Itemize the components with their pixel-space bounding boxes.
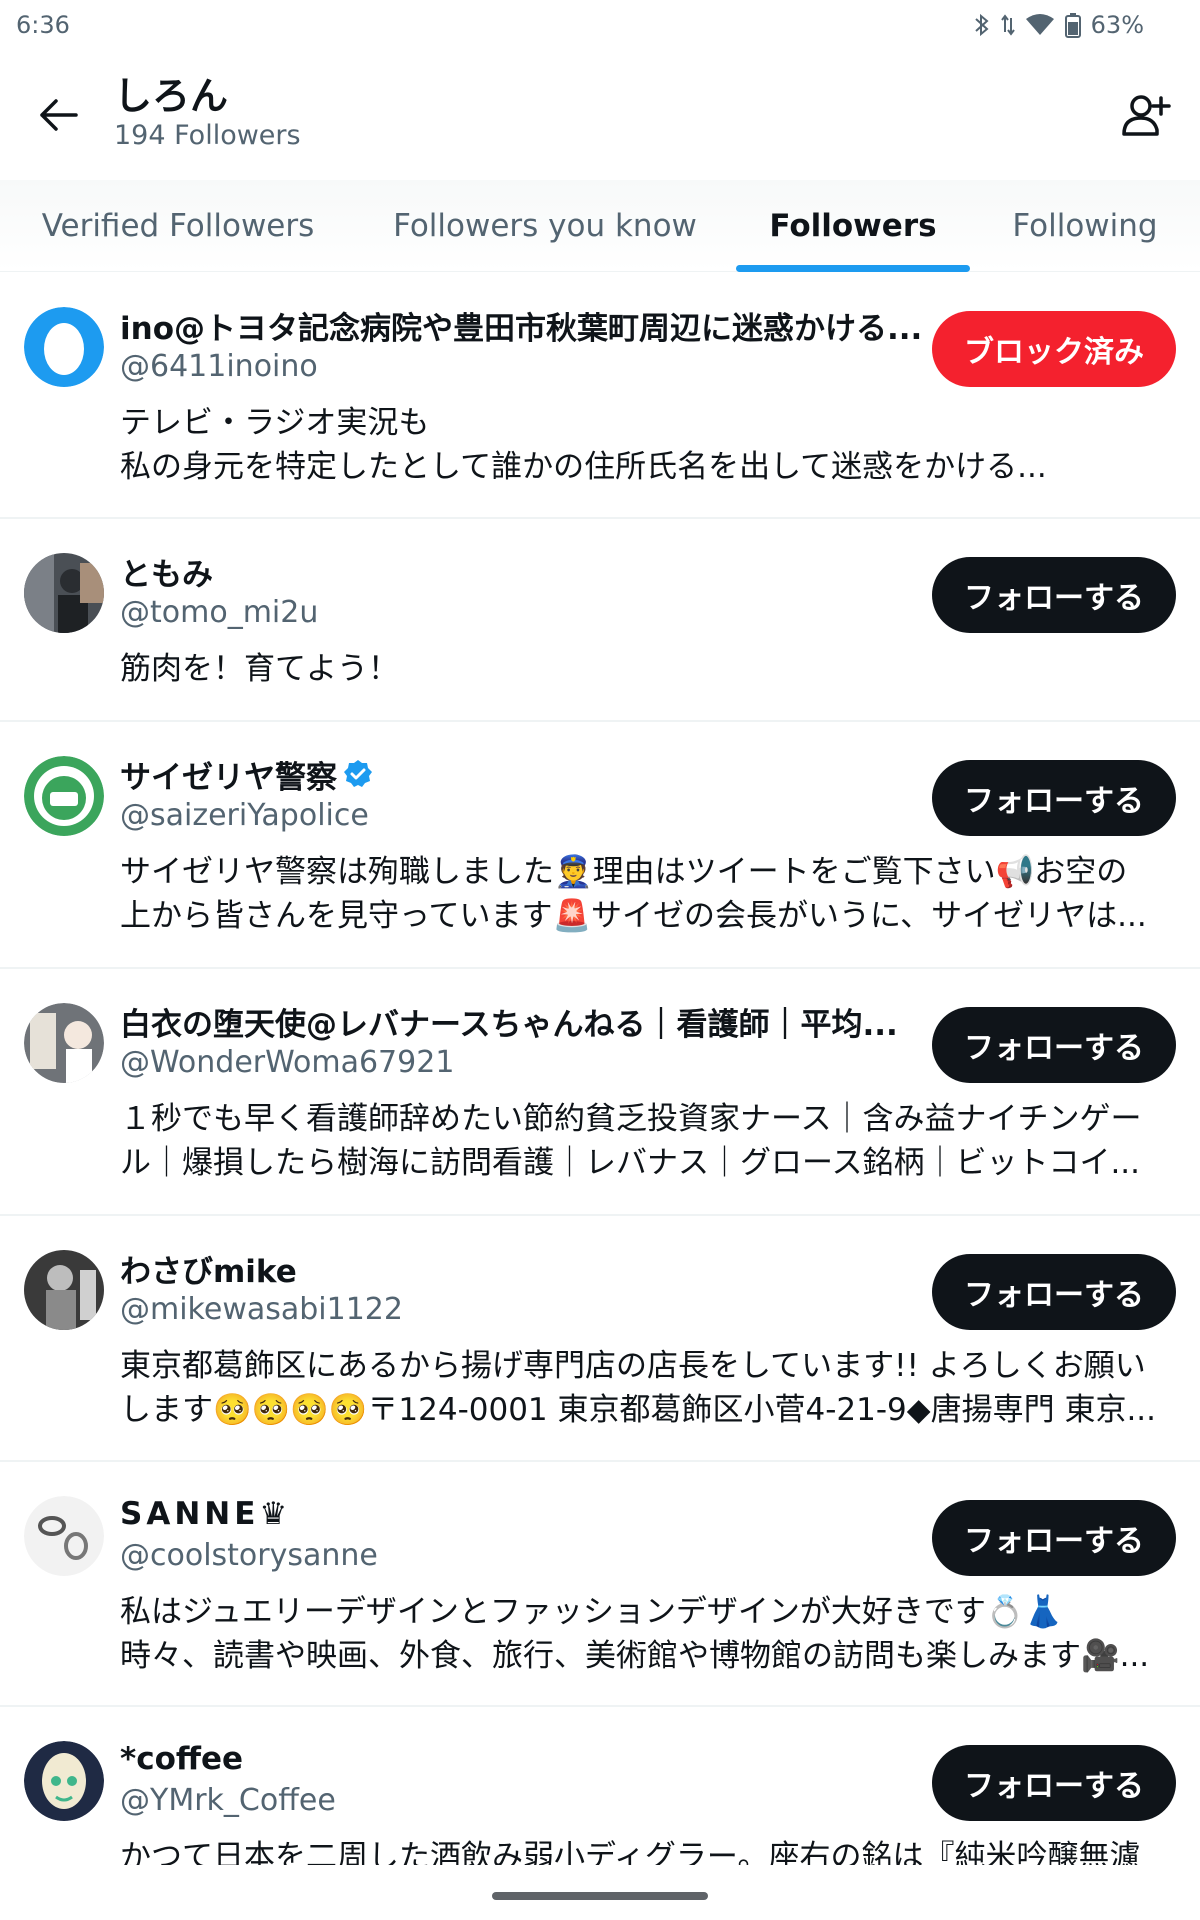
data-arrows-icon bbox=[1000, 14, 1015, 36]
tab-label: Followers bbox=[769, 208, 937, 244]
bio: サイゼリヤ警察は殉職しました👮理由はツイートをご覧下さい📢お空の 上から皆さんを… bbox=[120, 850, 1176, 938]
status-bar: 6:36 63% bbox=[0, 0, 1200, 50]
name-line: SANNE♛ bbox=[120, 1492, 930, 1536]
default-egg-avatar-icon bbox=[24, 307, 104, 387]
photo-avatar-icon bbox=[24, 553, 104, 633]
display-name: わさびmike bbox=[120, 1253, 297, 1290]
add-user-button[interactable] bbox=[1116, 85, 1176, 145]
list-item[interactable]: ino@トヨタ記念病院や豊田市秋葉町周辺に迷惑かける... @6411inoin… bbox=[0, 273, 1200, 519]
list-item[interactable]: *coffee @YMrk_Coffee かつて日本を二周した酒飲み弱小ディグラ… bbox=[0, 1707, 1200, 1887]
bio-line: します🥺🥺🥺🥺〒124-0001 東京都葛飾区小菅4-21-9◆唐揚専門 東京.… bbox=[120, 1392, 1157, 1428]
display-name: 白衣の堕天使@レバナースちゃんねる｜看護師｜平均... bbox=[120, 1006, 898, 1043]
name-line: サイゼリヤ警察 bbox=[120, 752, 930, 796]
bio: 私はジュエリーデザインとファッションデザインが大好きです💍👗 時々、読書や映画、… bbox=[120, 1590, 1176, 1678]
follower-count: 194 Followers bbox=[114, 120, 301, 151]
bio-line: 東京都葛飾区にあるから揚げ専門店の店長をしています!! よろしくお願い bbox=[120, 1348, 1146, 1384]
gesture-nav-handle[interactable] bbox=[492, 1892, 708, 1900]
bio: 東京都葛飾区にあるから揚げ専門店の店長をしています!! よろしくお願い します🥺… bbox=[120, 1344, 1176, 1432]
bio-line: 私はジュエリーデザインとファッションデザインが大好きです💍👗 bbox=[120, 1594, 1064, 1630]
tab-label: Followers you know bbox=[393, 208, 697, 244]
avatar[interactable] bbox=[24, 1496, 104, 1576]
avatar[interactable] bbox=[24, 307, 104, 387]
bluetooth-icon bbox=[974, 13, 989, 37]
display-name: ともみ bbox=[120, 556, 213, 593]
illustration-avatar-icon bbox=[24, 1003, 104, 1083]
bio-line: テレビ・ラジオ実況も bbox=[120, 405, 430, 441]
verified-badge-icon bbox=[344, 760, 372, 787]
illustration-avatar-icon bbox=[24, 1741, 104, 1821]
tab-followers[interactable]: Followers bbox=[736, 180, 970, 272]
display-name: サイゼリヤ警察 bbox=[120, 759, 337, 796]
bio: テレビ・ラジオ実況も 私の身元を特定したとして誰かの住所氏名を出して迷惑をかける… bbox=[120, 401, 1176, 489]
status-icons: 63% bbox=[973, 11, 1144, 39]
back-button[interactable] bbox=[28, 85, 88, 145]
name-line: *coffee bbox=[120, 1737, 930, 1781]
page-title: しろん bbox=[114, 74, 229, 118]
tab-label: Following bbox=[1012, 208, 1158, 244]
battery-icon bbox=[1064, 13, 1081, 38]
list-item[interactable]: サイゼリヤ警察 @saizeriYapolice サイゼリヤ警察は殉職しました👮… bbox=[0, 722, 1200, 969]
tab-label: Verified Followers bbox=[41, 208, 315, 244]
add-user-icon bbox=[1122, 95, 1171, 136]
bio-line: 上から皆さんを見守っています🚨サイゼの会長がいうに、サイゼリヤは... bbox=[120, 898, 1147, 934]
follower-list: ino@トヨタ記念病院や豊田市秋葉町周辺に迷惑かける... @6411inoin… bbox=[0, 273, 1200, 1887]
name-line: わさびmike bbox=[120, 1246, 930, 1290]
follow-button[interactable]: フォローする bbox=[932, 1745, 1176, 1821]
display-name: SANNE♛ bbox=[120, 1496, 292, 1532]
wifi-icon bbox=[1025, 14, 1054, 35]
list-item[interactable]: SANNE♛ @coolstorysanne 私はジュエリーデザインとファッショ… bbox=[0, 1462, 1200, 1707]
avatar[interactable] bbox=[24, 756, 104, 836]
follow-button[interactable]: フォローする bbox=[932, 1007, 1176, 1083]
bio-line: サイゼリヤ警察は殉職しました👮理由はツイートをご覧下さい📢お空の bbox=[120, 854, 1128, 890]
list-item[interactable]: 白衣の堕天使@レバナースちゃんねる｜看護師｜平均... @WonderWoma6… bbox=[0, 969, 1200, 1216]
name-line: ino@トヨタ記念病院や豊田市秋葉町周辺に迷惑かける... bbox=[120, 303, 930, 347]
tab-bar: Verified Followers Followers you know Fo… bbox=[0, 180, 1200, 272]
bio: 筋肉を！育てよう！ bbox=[120, 647, 1176, 691]
follow-button[interactable]: フォローする bbox=[932, 1254, 1176, 1330]
blocked-button[interactable]: ブロック済み bbox=[932, 311, 1176, 387]
status-time: 6:36 bbox=[16, 11, 70, 39]
tab-followers-you-know[interactable]: Followers you know bbox=[356, 180, 734, 272]
list-item[interactable]: わさびmike @mikewasabi1122 東京都葛飾区にあるから揚げ専門店… bbox=[0, 1216, 1200, 1462]
tab-verified-followers[interactable]: Verified Followers bbox=[0, 180, 356, 272]
photo-avatar-icon bbox=[24, 1250, 104, 1330]
bio-line: １秒でも早く看護師辞めたい節約貧乏投資家ナース｜含み益ナイチンゲー bbox=[120, 1101, 1142, 1137]
follow-button[interactable]: フォローする bbox=[932, 760, 1176, 836]
name-line: ともみ bbox=[120, 549, 930, 593]
avatar[interactable] bbox=[24, 1250, 104, 1330]
tab-following[interactable]: Following bbox=[970, 180, 1200, 272]
bio: かつて日本を二周した酒飲み弱小ディグラー。座右の銘は『純米吟醸無濾 bbox=[120, 1835, 1176, 1865]
followers-page: 6:36 63% しろん 194 Followers Verified Foll… bbox=[0, 0, 1200, 1920]
bio-line: 筋肉を！育てよう！ bbox=[120, 651, 399, 687]
header: しろん 194 Followers bbox=[0, 55, 1200, 175]
battery-percent: 63% bbox=[1090, 11, 1144, 39]
title-block: しろん 194 Followers bbox=[114, 73, 301, 153]
avatar[interactable] bbox=[24, 553, 104, 633]
bio-line: 時々、読書や映画、外食、旅行、美術館や博物館の訪問も楽しみます🎥... bbox=[120, 1638, 1150, 1674]
follow-button[interactable]: フォローする bbox=[932, 1500, 1176, 1576]
back-arrow-icon bbox=[40, 99, 78, 131]
avatar[interactable] bbox=[24, 1741, 104, 1821]
display-name: ino@トヨタ記念病院や豊田市秋葉町周辺に迷惑かける... bbox=[120, 310, 923, 347]
bio: １秒でも早く看護師辞めたい節約貧乏投資家ナース｜含み益ナイチンゲー ル｜爆損した… bbox=[120, 1097, 1176, 1185]
jewelry-avatar-icon bbox=[24, 1496, 104, 1576]
bio-line: 私の身元を特定したとして誰かの住所氏名を出して迷惑をかける... bbox=[120, 449, 1047, 485]
list-item[interactable]: ともみ @tomo_mi2u 筋肉を！育てよう！ フォローする bbox=[0, 519, 1200, 722]
follow-button[interactable]: フォローする bbox=[932, 557, 1176, 633]
bio-line: ル｜爆損したら樹海に訪問看護｜レバナス｜グロース銘柄｜ビットコイ... bbox=[120, 1145, 1141, 1181]
display-name: *coffee bbox=[120, 1741, 244, 1777]
avatar[interactable] bbox=[24, 1003, 104, 1083]
name-line: 白衣の堕天使@レバナースちゃんねる｜看護師｜平均... bbox=[120, 999, 930, 1043]
bio-line: かつて日本を二周した酒飲み弱小ディグラー。座右の銘は『純米吟醸無濾 bbox=[120, 1839, 1141, 1865]
police-emblem-avatar-icon bbox=[24, 756, 104, 836]
